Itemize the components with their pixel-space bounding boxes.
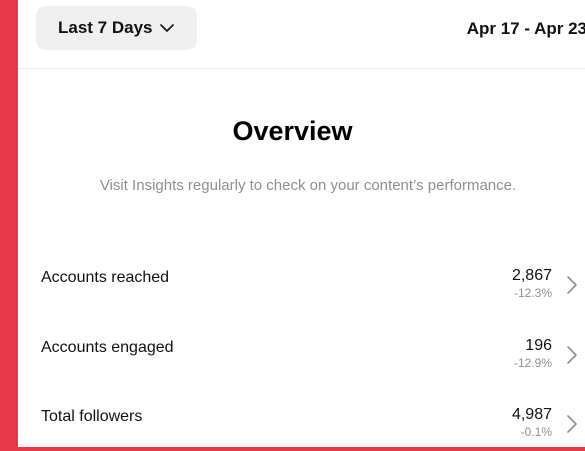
metric-change: -12.3% xyxy=(513,286,552,300)
overview-subtitle: Visit Insights regularly to check on you… xyxy=(99,177,517,194)
metric-value: 196 xyxy=(525,337,552,354)
app-frame: Last 7 Days Apr 17 - Apr 23 Overview Vis… xyxy=(0,0,585,451)
metric-label: Accounts engaged xyxy=(41,339,174,356)
chevron-right-icon xyxy=(565,414,579,434)
date-range-dropdown-label: Last 7 Days xyxy=(58,18,153,37)
metric-change: -12.9% xyxy=(513,356,552,370)
date-range-dropdown[interactable]: Last 7 Days xyxy=(36,6,197,50)
date-range-text: Apr 17 - Apr 23 xyxy=(466,19,585,38)
chevron-down-icon xyxy=(159,20,175,36)
top-bar: Last 7 Days Apr 17 - Apr 23 xyxy=(18,0,585,69)
insights-panel: Last 7 Days Apr 17 - Apr 23 Overview Vis… xyxy=(18,0,585,447)
metric-row-accounts-engaged[interactable]: Accounts engaged 196 -12.9% xyxy=(18,333,585,383)
metric-change: -0.1% xyxy=(520,425,552,439)
chevron-right-icon xyxy=(565,275,579,295)
metric-label: Accounts reached xyxy=(41,269,170,286)
metric-row-total-followers[interactable]: Total followers 4,987 -0.1% xyxy=(18,402,585,447)
metric-label: Total followers xyxy=(41,408,143,425)
metric-value: 4,987 xyxy=(511,406,552,423)
metric-row-accounts-reached[interactable]: Accounts reached 2,867 -12.3% xyxy=(18,263,585,313)
chevron-right-icon xyxy=(565,345,579,365)
metric-value: 2,867 xyxy=(511,267,552,284)
page-title: Overview xyxy=(232,116,353,146)
